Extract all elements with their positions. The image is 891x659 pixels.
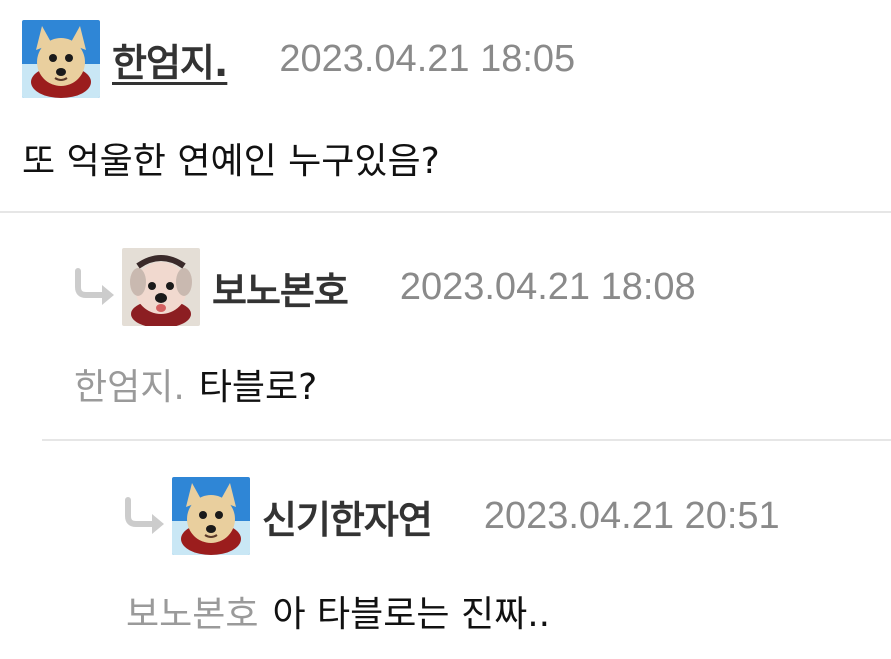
dog-avatar-icon[interactable]	[22, 20, 100, 98]
divider	[42, 439, 891, 441]
author-name[interactable]: 신기한자연	[262, 489, 433, 544]
divider	[0, 211, 891, 213]
comment-text: 한엄지. 타블로?	[74, 358, 317, 410]
author-name[interactable]: 보노본호	[212, 260, 349, 315]
comment-text: 보노본호 아 타블로는 진짜..	[126, 585, 550, 637]
reply-arrow-icon	[72, 267, 116, 307]
mention-author[interactable]: 한엄지.	[74, 367, 185, 408]
timestamp: 2023.04.21 18:08	[399, 265, 696, 308]
timestamp: 2023.04.21 20:51	[483, 494, 780, 537]
author-name[interactable]: 한엄지.	[112, 32, 228, 87]
puppy-avatar-icon[interactable]	[122, 248, 200, 326]
comment-text: 또 억울한 연예인 누구있음?	[22, 141, 440, 182]
mention-author[interactable]: 보노본호	[126, 594, 258, 635]
reply-arrow-icon	[122, 496, 166, 536]
comment-body: 아 타블로는 진짜..	[272, 594, 551, 635]
comment-thread: 한엄지. 2023.04.21 18:05 또 억울한 연예인 누구있음? 보노…	[0, 0, 891, 659]
comment-header: 한엄지. 2023.04.21 18:05	[22, 19, 575, 99]
comment-header: 신기한자연 2023.04.21 20:51	[122, 476, 780, 556]
timestamp: 2023.04.21 18:05	[279, 37, 576, 80]
comment-body: 타블로?	[198, 367, 318, 408]
dog-avatar-icon[interactable]	[172, 477, 250, 555]
comment-header: 보노본호 2023.04.21 18:08	[72, 247, 696, 327]
